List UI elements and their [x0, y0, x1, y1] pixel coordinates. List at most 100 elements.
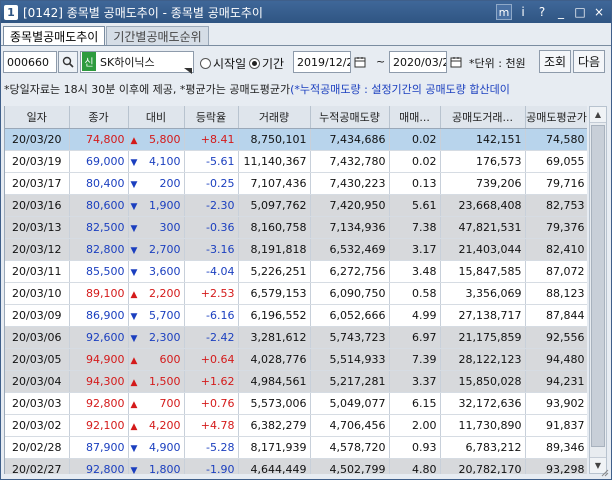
- search-icon[interactable]: [58, 51, 78, 73]
- close-cell: 92,600: [69, 326, 129, 349]
- table-row[interactable]: 20/03/20 74,800 ▲ 5,800 +8.41 8,750,101 7,434,…: [5, 128, 587, 151]
- resize-grip-icon[interactable]: [599, 467, 609, 477]
- cum-cell: 6,090,750: [310, 282, 390, 305]
- date-to-input[interactable]: 2020/03/2: [389, 51, 447, 73]
- rate-cell: +2.53: [184, 282, 239, 305]
- scroll-up-icon[interactable]: ▲: [590, 107, 606, 123]
- close-cell: 80,600: [69, 194, 129, 217]
- table-row[interactable]: 20/03/05 94,900 ▲ 600 +0.64 4,028,776 5,514,93…: [5, 348, 587, 371]
- rate-cell: -0.36: [184, 216, 239, 239]
- ratio-cell: 2.00: [389, 414, 441, 437]
- date-cell: 20/03/10: [5, 282, 70, 305]
- stock-name-field[interactable]: SK하이닉스: [80, 51, 194, 73]
- column-header[interactable]: 거래량: [238, 106, 311, 129]
- table-row[interactable]: 20/02/28 87,900 ▼ 4,900 -5.28 8,171,939 4,578,…: [5, 436, 587, 459]
- close-cell: 86,900: [69, 304, 129, 327]
- avg-cell: 79,716: [525, 172, 587, 195]
- table-row[interactable]: 20/02/27 92,800 ▼ 1,800 -1.90 4,644,449 4,502,…: [5, 458, 587, 474]
- amount-cell: 47,821,531: [440, 216, 526, 239]
- radio-circle: [200, 58, 211, 69]
- table-row[interactable]: 20/03/19 69,000 ▼ 4,100 -5.61 11,140,367 7,432…: [5, 150, 587, 173]
- next-button[interactable]: 다음: [573, 50, 605, 73]
- column-header[interactable]: 등락율: [184, 106, 239, 129]
- title-bar[interactable]: 1 [0142] 종목별 공매도추이 - 종목별 공매도추이 m i ? _ □…: [1, 1, 611, 23]
- avg-cell: 93,298: [525, 458, 587, 474]
- avg-cell: 93,902: [525, 392, 587, 415]
- close-cell: 74,800: [69, 128, 129, 151]
- date-cell: 20/03/13: [5, 216, 70, 239]
- table-row[interactable]: 20/03/11 85,500 ▼ 3,600 -4.04 5,226,251 6,272,…: [5, 260, 587, 283]
- date-cell: 20/03/16: [5, 194, 70, 217]
- column-header[interactable]: 일자: [5, 106, 70, 129]
- column-header[interactable]: 대비: [128, 106, 185, 129]
- tab-period-ranking[interactable]: 기간별공매도순위: [106, 26, 209, 46]
- date-cell: 20/03/06: [5, 326, 70, 349]
- table-row[interactable]: 20/03/12 82,800 ▼ 2,700 -3.16 8,191,818 6,532,…: [5, 238, 587, 261]
- table-row[interactable]: 20/03/13 82,500 ▼ 300 -0.36 8,160,758 7,134,93…: [5, 216, 587, 239]
- up-arrow-icon: ▲: [130, 355, 138, 366]
- table-row[interactable]: 20/03/06 92,600 ▼ 2,300 -2.42 3,281,612 5,743,…: [5, 326, 587, 349]
- table-row[interactable]: 20/03/02 92,100 ▲ 4,200 +4.78 6,382,279 4,706,…: [5, 414, 587, 437]
- memo-icon[interactable]: m: [496, 4, 512, 20]
- column-header[interactable]: 누적공매도량: [310, 106, 390, 129]
- rate-cell: +1.62: [184, 370, 239, 393]
- change-cell: ▼ 1,900: [128, 194, 185, 217]
- radio-period[interactable]: 기간: [249, 55, 284, 72]
- column-header[interactable]: 공매도평균가: [525, 106, 587, 129]
- table-row[interactable]: 20/03/09 86,900 ▼ 5,700 -6.16 6,196,552 6,052,…: [5, 304, 587, 327]
- table-row[interactable]: 20/03/04 94,300 ▲ 1,500 +1.62 4,984,561 5,217,…: [5, 370, 587, 393]
- table-row[interactable]: 20/03/03 92,800 ▲ 700 +0.76 5,573,006 5,049,07…: [5, 392, 587, 415]
- change-cell: ▼ 2,700: [128, 238, 185, 261]
- market-badge: 신: [82, 52, 96, 71]
- ratio-cell: 6.97: [389, 326, 441, 349]
- amount-cell: 23,668,408: [440, 194, 526, 217]
- table-row[interactable]: 20/03/17 80,400 ▼ 200 -0.25 7,107,436 7,430,22…: [5, 172, 587, 195]
- change-cell: ▲ 1,500: [128, 370, 185, 393]
- short-selling-table[interactable]: 일자 종가 대비 등락율 거래량 누적공매도량 매매... 공매도거래... 공…: [4, 106, 587, 474]
- cum-cell: 4,502,799: [310, 458, 390, 474]
- ratio-cell: 5.61: [389, 194, 441, 217]
- column-header[interactable]: 매매...: [389, 106, 441, 129]
- search-button[interactable]: 조회: [539, 50, 571, 73]
- dropdown-arrow-icon[interactable]: [184, 64, 192, 77]
- close-icon[interactable]: ×: [591, 4, 607, 20]
- volume-cell: 6,579,153: [238, 282, 311, 305]
- maximize-icon[interactable]: □: [572, 4, 588, 20]
- cum-cell: 7,432,780: [310, 150, 390, 173]
- close-cell: 94,300: [69, 370, 129, 393]
- amount-cell: 28,122,123: [440, 348, 526, 371]
- amount-cell: 15,847,585: [440, 260, 526, 283]
- calendar-icon[interactable]: [448, 51, 464, 73]
- ratio-cell: 0.02: [389, 150, 441, 173]
- volume-cell: 8,191,818: [238, 238, 311, 261]
- close-cell: 69,000: [69, 150, 129, 173]
- window: 1 [0142] 종목별 공매도추이 - 종목별 공매도추이 m i ? _ □…: [0, 0, 612, 480]
- calendar-icon[interactable]: [352, 51, 368, 73]
- down-arrow-icon: ▼: [130, 465, 138, 475]
- date-from-input[interactable]: 2019/12/2: [293, 51, 351, 73]
- table-row[interactable]: 20/03/10 89,100 ▲ 2,200 +2.53 6,579,153 6,090,…: [5, 282, 587, 305]
- date-cell: 20/03/20: [5, 128, 70, 151]
- help-icon[interactable]: ?: [534, 4, 550, 20]
- rate-cell: +0.76: [184, 392, 239, 415]
- unit-label: *단위 : 천원: [469, 57, 526, 70]
- column-header[interactable]: 공매도거래...: [440, 106, 526, 129]
- tab-stock-short-selling[interactable]: 종목별공매도추이: [3, 26, 106, 46]
- ratio-cell: 4.80: [389, 458, 441, 474]
- info-icon[interactable]: i: [515, 4, 531, 20]
- vertical-scrollbar[interactable]: ▲ ▼: [589, 106, 607, 474]
- ratio-cell: 7.39: [389, 348, 441, 371]
- amount-cell: 11,730,890: [440, 414, 526, 437]
- stock-code-input[interactable]: 000660: [3, 51, 57, 73]
- window-number-badge: 1: [4, 4, 18, 20]
- scrollbar-thumb[interactable]: [591, 125, 605, 447]
- table-row[interactable]: 20/03/16 80,600 ▼ 1,900 -2.30 5,097,762 7,420,…: [5, 194, 587, 217]
- date-cell: 20/02/27: [5, 458, 70, 474]
- column-header[interactable]: 종가: [69, 106, 129, 129]
- radio-start-date[interactable]: 시작일: [200, 55, 246, 72]
- close-cell: 92,100: [69, 414, 129, 437]
- ratio-cell: 3.37: [389, 370, 441, 393]
- minimize-icon[interactable]: _: [553, 4, 569, 20]
- down-arrow-icon: ▼: [130, 223, 138, 234]
- rate-cell: -1.90: [184, 458, 239, 474]
